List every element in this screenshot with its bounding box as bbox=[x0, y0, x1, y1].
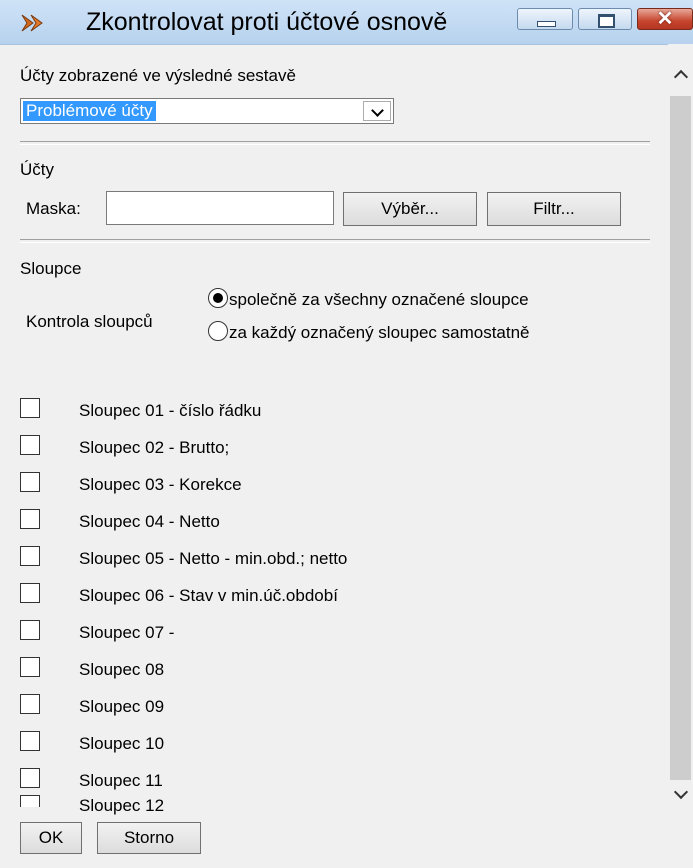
column-check-label: Kontrola sloupců bbox=[26, 312, 153, 331]
dropdown-selected-value: Problémové účty bbox=[23, 101, 156, 121]
display-accounts-label: Účty zobrazené ve výsledné sestavě bbox=[20, 66, 296, 85]
divider bbox=[20, 141, 650, 145]
column-checkbox[interactable] bbox=[20, 509, 40, 529]
column-label: Sloupec 03 - Korekce bbox=[79, 475, 242, 494]
columns-section-label: Sloupce bbox=[20, 259, 82, 278]
column-checkbox[interactable] bbox=[20, 768, 40, 788]
column-checkbox[interactable] bbox=[20, 694, 40, 714]
ok-button-label: OK bbox=[38, 828, 64, 847]
radio-separately[interactable] bbox=[208, 321, 228, 341]
radio-separately-label[interactable]: za každý označený sloupec samostatně bbox=[229, 323, 530, 343]
radio-together-label[interactable]: společně za všechny označené sloupce bbox=[229, 290, 529, 310]
column-label: Sloupec 09 bbox=[79, 697, 165, 716]
column-label: Sloupec 06 - Stav v min.úč.období bbox=[79, 586, 338, 605]
chevron-down-icon[interactable] bbox=[363, 101, 391, 121]
column-checkbox[interactable] bbox=[20, 546, 40, 566]
maximize-button[interactable] bbox=[578, 8, 632, 30]
filter-button[interactable]: Filtr... bbox=[487, 192, 621, 226]
column-checkbox[interactable] bbox=[20, 398, 40, 418]
select-button-label: Výběr... bbox=[381, 199, 439, 218]
window-title: Zkontrolovat proti účtové osnově bbox=[86, 8, 448, 36]
close-button[interactable]: ✕ bbox=[637, 8, 693, 30]
ok-button[interactable]: OK bbox=[20, 822, 82, 854]
column-checkbox[interactable] bbox=[20, 795, 40, 807]
column-checkbox[interactable] bbox=[20, 435, 40, 455]
column-label: Sloupec 02 - Brutto; bbox=[79, 438, 230, 457]
scrollbar-thumb[interactable] bbox=[670, 96, 691, 780]
vertical-scrollbar[interactable] bbox=[668, 44, 693, 868]
column-label: Sloupec 01 - číslo řádku bbox=[79, 401, 262, 420]
column-checkbox[interactable] bbox=[20, 620, 40, 640]
column-label: Sloupec 08 bbox=[79, 660, 165, 679]
column-label: Sloupec 11 bbox=[79, 771, 163, 790]
title-bar[interactable]: Zkontrolovat proti účtové osnově ✕ bbox=[0, 0, 693, 45]
column-label: Sloupec 05 - Netto - min.obd.; netto bbox=[79, 549, 348, 568]
divider bbox=[20, 239, 650, 243]
cancel-button-label: Storno bbox=[123, 828, 175, 847]
app-icon bbox=[21, 14, 43, 32]
dialog-content: Účty zobrazené ve výsledné sestavě Probl… bbox=[0, 44, 668, 868]
column-label: Sloupec 12 bbox=[79, 796, 165, 815]
column-checkbox[interactable] bbox=[20, 583, 40, 603]
scroll-down-icon[interactable] bbox=[668, 784, 693, 806]
accounts-section-label: Účty bbox=[20, 160, 54, 179]
column-checkbox[interactable] bbox=[20, 472, 40, 492]
mask-label: Maska: bbox=[26, 199, 81, 218]
select-button[interactable]: Výběr... bbox=[343, 192, 477, 226]
column-label: Sloupec 07 - bbox=[79, 623, 175, 642]
minimize-button[interactable] bbox=[517, 8, 573, 30]
radio-together[interactable] bbox=[208, 288, 228, 308]
column-label: Sloupec 10 bbox=[79, 734, 165, 753]
displayed-accounts-dropdown[interactable]: Problémové účty bbox=[20, 98, 394, 124]
cancel-button[interactable]: Storno bbox=[97, 822, 201, 854]
close-icon: ✕ bbox=[656, 8, 674, 30]
column-label: Sloupec 04 - Netto bbox=[79, 512, 220, 531]
column-checkbox[interactable] bbox=[20, 657, 40, 677]
filter-button-label: Filtr... bbox=[533, 199, 575, 218]
column-checkbox[interactable] bbox=[20, 731, 40, 751]
scroll-up-icon[interactable] bbox=[668, 64, 693, 86]
mask-input[interactable] bbox=[106, 191, 334, 225]
dialog-window: Zkontrolovat proti účtové osnově ✕ Účty … bbox=[0, 0, 693, 868]
